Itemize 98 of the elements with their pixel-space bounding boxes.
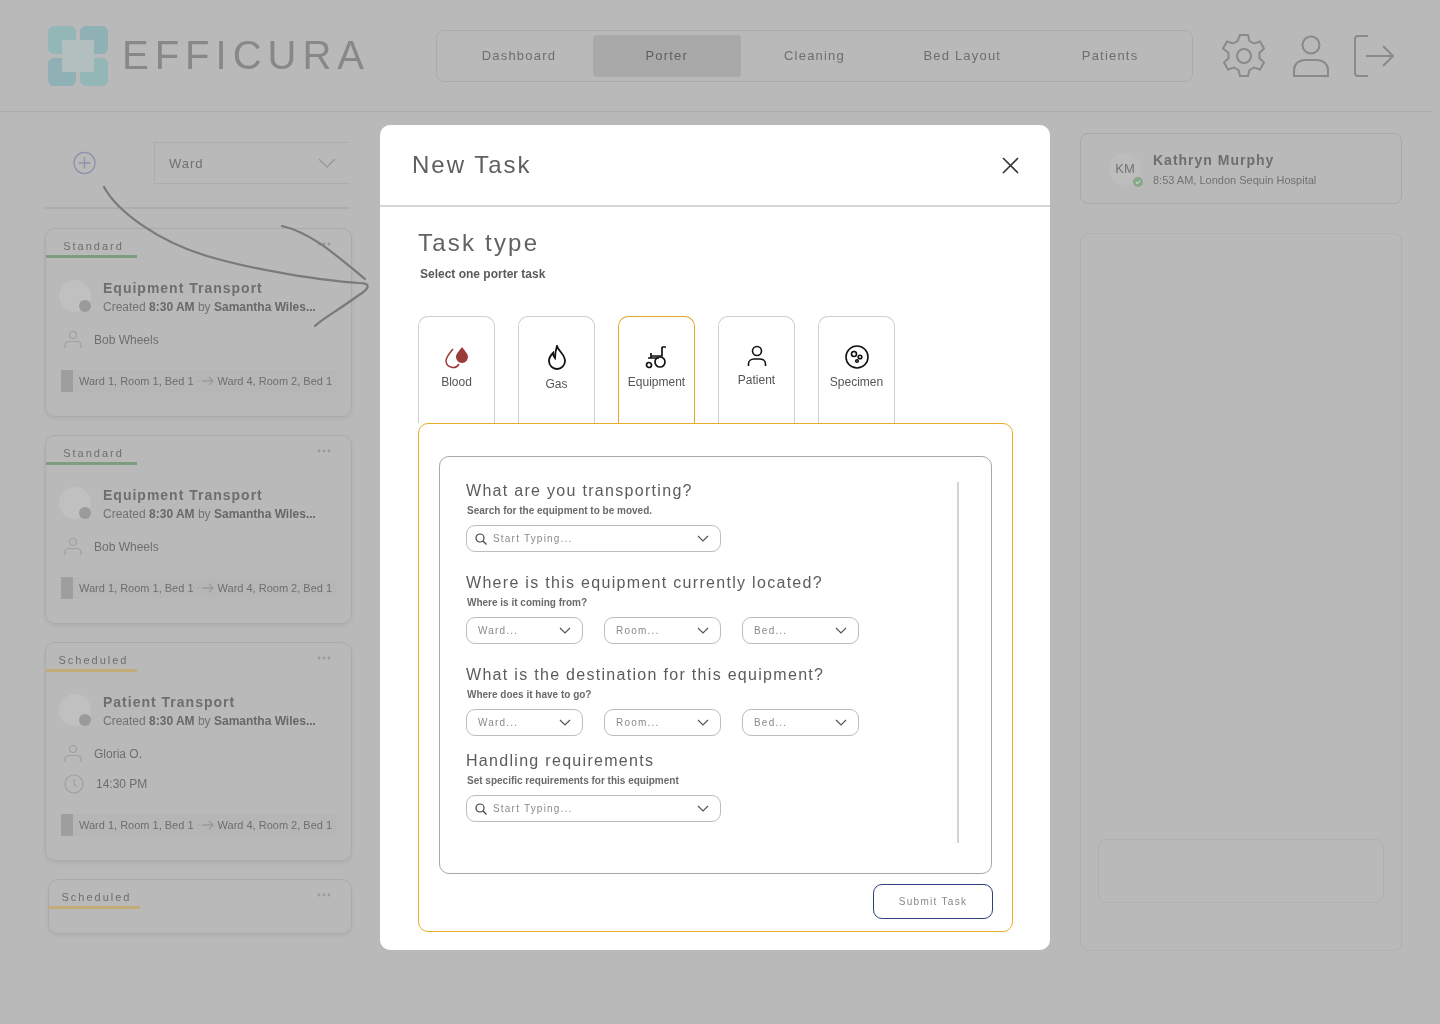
more-icon[interactable]: [317, 892, 331, 897]
section-hint: Select one porter task: [420, 267, 547, 281]
question-hint: Search for the equipment to be moved.: [467, 505, 654, 516]
task-title: Patient Transport: [103, 694, 237, 710]
chevron-icon: [559, 627, 571, 634]
route-marker: [61, 370, 73, 392]
settings-icon[interactable]: [1220, 31, 1268, 80]
chevron-icon: [697, 719, 709, 726]
person-icon: [64, 538, 82, 556]
close-button[interactable]: [1002, 156, 1019, 174]
more-icon[interactable]: [317, 448, 331, 453]
arrow-icon: [196, 583, 215, 593]
route-origin: Ward 1, Room 1, Bed 1: [79, 375, 194, 387]
nav-tab[interactable]: Porter: [592, 34, 741, 77]
question-hint: Where is it coming from?: [467, 597, 588, 608]
chevron-icon: [835, 719, 847, 726]
clock-icon: [64, 774, 84, 794]
petri-dish-icon: [844, 345, 869, 369]
route-destination: Ward 4, Room 2, Bed 1: [217, 582, 333, 594]
chevron-icon: [697, 535, 709, 542]
avatar-icon: [59, 280, 93, 314]
chevron-icon: [559, 719, 571, 726]
search-icon: [475, 532, 487, 545]
close-icon: [1002, 156, 1019, 174]
avatar-icon: [59, 694, 93, 728]
question-title: Handling requirements: [466, 752, 656, 770]
section-title: Task type: [418, 229, 541, 257]
route-origin: Ward 1, Room 1, Bed 1: [79, 582, 194, 594]
dropdown-field[interactable]: Bed...: [742, 617, 859, 644]
task-type-tile[interactable]: Patient: [718, 316, 795, 423]
question-hint: Set specific requirements for this equipment: [467, 775, 680, 786]
scheduled-time: 14:30 PM: [96, 777, 148, 791]
task-card[interactable]: Scheduled Patient Transport Created 8:30 AM by Samantha Wiles... Gloria O. 14:30 PM Ward 1, Room 1, Bed 1 Ward 4, Room 2, Bed 1: [45, 642, 352, 861]
question-hint: Where does it have to go?: [467, 689, 593, 700]
avatar: KM: [1109, 152, 1141, 185]
created-info: Created 8:30 AM by Samantha Wiles...: [103, 507, 316, 521]
task-card[interactable]: Standard Equipment Transport Created 8:30 AM by Samantha Wiles... Bob Wheels Ward 1, Room 1, Bed 1 Ward 4, Room 2, Bed 1: [45, 228, 352, 417]
priority-label: Standard: [62, 240, 124, 252]
profile-name: Kathryn Murphy: [1153, 151, 1276, 168]
wheelchair-icon: [644, 345, 669, 369]
search-field[interactable]: Start Typing...: [466, 795, 721, 822]
dropdown-field[interactable]: Room...: [604, 709, 721, 736]
task-type-tile[interactable]: Blood: [418, 316, 495, 423]
dropdown-field[interactable]: Ward...: [466, 617, 583, 644]
task-card[interactable]: Scheduled: [48, 879, 352, 934]
dropdown-field[interactable]: Bed...: [742, 709, 859, 736]
priority-label: Scheduled: [60, 891, 132, 903]
task-card[interactable]: Standard Equipment Transport Created 8:30 AM by Samantha Wiles... Bob Wheels Ward 1, Room 1, Bed 1 Ward 4, Room 2, Bed 1: [45, 435, 352, 624]
user-icon[interactable]: [1292, 34, 1330, 77]
nav-tab[interactable]: Dashboard: [445, 34, 593, 77]
task-title: Equipment Transport: [103, 487, 264, 503]
route-origin: Ward 1, Room 1, Bed 1: [79, 819, 194, 831]
flame-icon: [545, 345, 568, 371]
question-title: Where is this equipment currently located?: [466, 574, 824, 592]
drops-icon: [443, 345, 470, 369]
route-destination: Ward 4, Room 2, Bed 1: [217, 375, 333, 387]
more-icon[interactable]: [317, 655, 331, 660]
arrow-icon: [196, 376, 215, 386]
porter-name: Bob Wheels: [94, 333, 159, 347]
task-type-tile[interactable]: Specimen: [818, 316, 895, 423]
priority-label: Standard: [62, 447, 124, 459]
avatar-icon: [59, 487, 93, 521]
task-type-tile[interactable]: Gas: [518, 316, 595, 423]
dropdown-field[interactable]: Ward...: [466, 709, 583, 736]
nav-tab[interactable]: Cleaning: [740, 34, 889, 77]
arrow-icon: [196, 820, 215, 830]
route-destination: Ward 4, Room 2, Bed 1: [217, 819, 333, 831]
question-title: What is the destination for this equipment?: [466, 666, 826, 684]
scrollbar[interactable]: [957, 482, 959, 843]
more-icon[interactable]: [317, 241, 331, 246]
ward-dropdown[interactable]: Ward: [154, 142, 350, 184]
profile-detail: 8:53 AM, London Sequin Hospital: [1153, 173, 1317, 186]
search-icon: [475, 802, 487, 815]
question-title: What are you transporting?: [466, 482, 694, 500]
logo-icon: [48, 25, 108, 86]
chevron-icon: [318, 158, 336, 168]
porter-name: Bob Wheels: [94, 540, 159, 554]
route-marker: [61, 577, 73, 599]
porter-name: Gloria O.: [94, 747, 142, 761]
chevron-icon: [697, 805, 709, 812]
route-marker: [61, 814, 73, 836]
logout-icon[interactable]: [1354, 34, 1394, 77]
dropdown-field[interactable]: Room...: [604, 617, 721, 644]
priority-label: Scheduled: [57, 654, 129, 666]
chevron-icon: [697, 627, 709, 634]
chevron-icon: [835, 627, 847, 634]
task-title: Equipment Transport: [103, 280, 264, 296]
search-field[interactable]: Start Typing...: [466, 525, 721, 552]
created-info: Created 8:30 AM by Samantha Wiles...: [103, 300, 316, 314]
submit-button[interactable]: Submit Task: [873, 884, 993, 919]
task-type-tile[interactable]: Equipment: [618, 316, 695, 423]
person-icon: [64, 745, 82, 763]
person-icon: [746, 345, 767, 367]
nav-tab[interactable]: Bed Layout: [888, 34, 1037, 77]
created-info: Created 8:30 AM by Samantha Wiles...: [103, 714, 316, 728]
nav-tab[interactable]: Patients: [1036, 34, 1184, 77]
person-icon: [64, 331, 82, 349]
dialog-title: New Task: [412, 151, 532, 179]
